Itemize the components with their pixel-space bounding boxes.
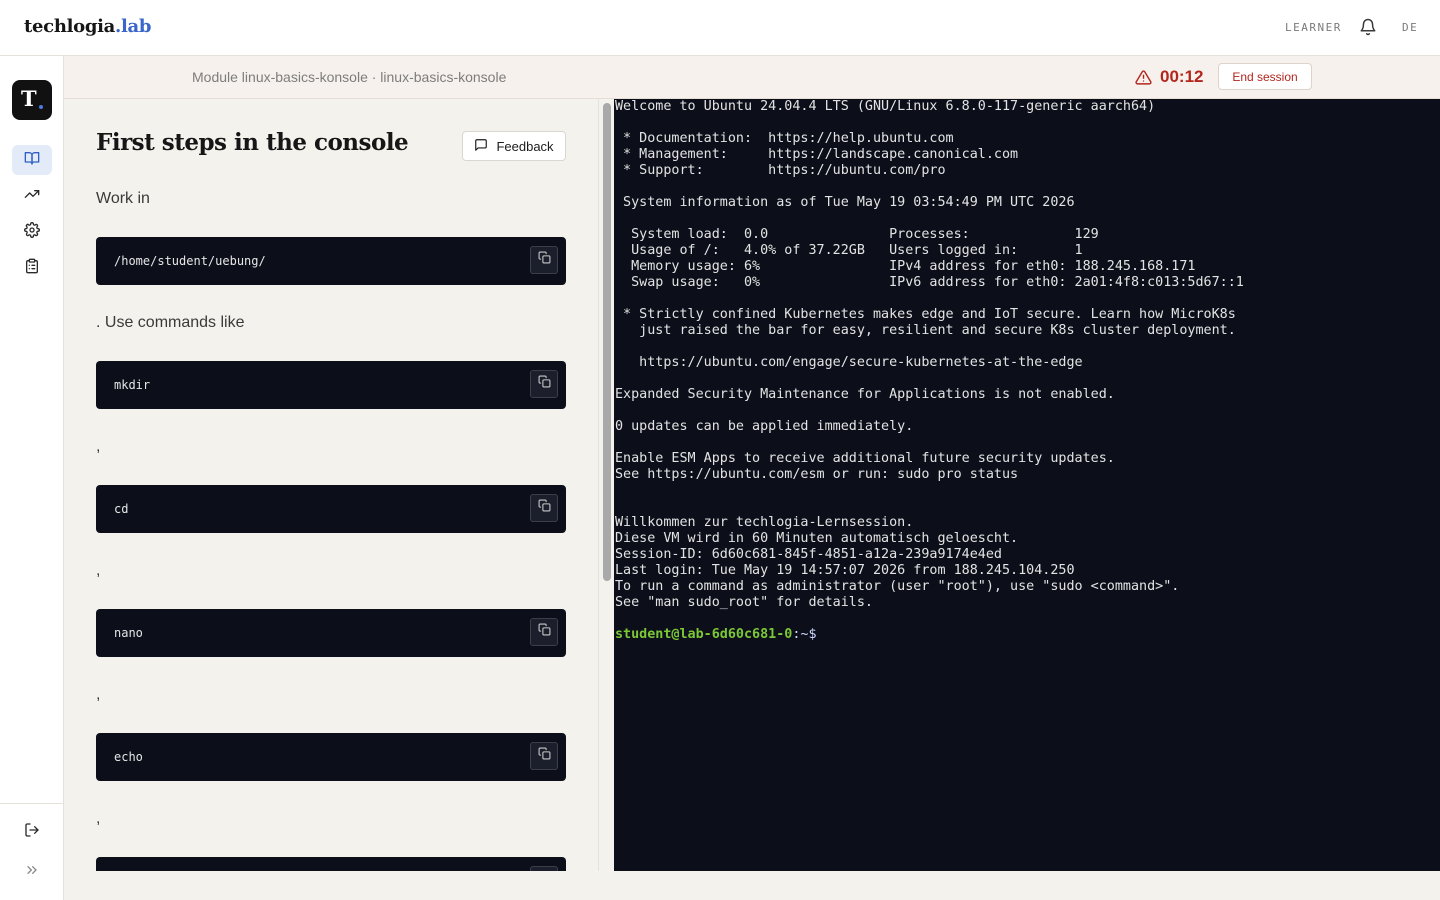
copy-button[interactable] [530,742,558,770]
copy-button[interactable] [530,246,558,274]
code-text: /home/student/uebung/ [114,254,266,268]
book-open-icon [24,150,40,171]
terminal[interactable]: Welcome to Ubuntu 24.04.4 LTS (GNU/Linux… [614,99,1440,871]
separator: , [96,810,101,827]
scrollbar-thumb[interactable] [603,103,611,581]
copy-button[interactable] [530,370,558,398]
logout-button[interactable] [12,817,52,847]
terminal-line: System information as of Tue May 19 03:5… [615,195,1075,210]
copy-icon [538,251,551,269]
session-bar: Module linux-basics-konsole · linux-basi… [64,56,1440,99]
warning-icon [1135,69,1152,86]
logo-dot [39,105,43,109]
sidebar-divider [0,803,63,804]
separator: , [96,438,101,455]
copy-icon [538,623,551,641]
prompt-path: :~$ [792,627,817,642]
separator: , [96,562,101,579]
brand-name: techlogia [24,16,116,37]
terminal-line: https://ubuntu.com/engage/secure-kuberne… [615,355,1083,370]
sidebar: T [0,56,64,900]
terminal-line: * Strictly confined Kubernetes makes edg… [615,307,1236,322]
code-block: echo [96,733,566,781]
terminal-line: Session-ID: 6d60c681-845f-4851-a12a-239a… [615,547,1002,562]
copy-icon [538,499,551,517]
gear-icon [24,221,40,243]
code-text: mkdir [114,378,151,392]
feedback-button[interactable]: Feedback [462,131,566,161]
top-bar: techlogia.lab LEARNER DE [0,0,1440,56]
terminal-line: Willkommen zur techlogia-Lernsession. [615,515,914,530]
terminal-line: Usage of /: 4.0% of 37.22GB Users logged… [615,243,1083,258]
trending-up-icon [24,186,40,207]
session-timer: 00:12 [1160,67,1204,86]
lesson-text: . Use commands like [96,314,245,331]
copy-button[interactable] [530,618,558,646]
terminal-line: Expanded Security Maintenance for Applic… [615,387,1115,402]
code-text: echo [114,750,143,764]
role-label: LEARNER [1285,21,1342,34]
code-block [96,857,566,871]
terminal-line: 0 updates can be applied immediately. [615,419,914,434]
copy-icon [538,747,551,765]
lesson-intro: Work in [96,190,150,207]
page-title: First steps in the console [96,129,409,156]
sidebar-item-tasks[interactable] [12,253,52,283]
terminal-line: just raised the bar for easy, resilient … [615,323,1236,338]
terminal-line: See https://ubuntu.com/esm or run: sudo … [615,467,1019,482]
bell-icon[interactable] [1359,18,1377,36]
brand-suffix: .lab [115,16,152,37]
code-text: nano [114,626,143,640]
terminal-line: System load: 0.0 Processes: 129 [615,227,1099,242]
terminal-line: * Support: https://ubuntu.com/pro [615,163,946,178]
terminal-line: * Documentation: https://help.ubuntu.com [615,131,954,146]
code-block: /home/student/uebung/ [96,237,566,285]
lesson-scrollbar[interactable] [598,99,614,871]
copy-button[interactable] [530,494,558,522]
terminal-line: Memory usage: 6% IPv4 address for eth0: … [615,259,1196,274]
terminal-line: See "man sudo_root" for details. [615,595,873,610]
module-breadcrumb: Module linux-basics-konsole · linux-basi… [192,69,507,85]
sidebar-item-settings[interactable] [12,217,52,247]
code-block: cd [96,485,566,533]
terminal-line: Enable ESM Apps to receive additional fu… [615,451,1115,466]
code-block: nano [96,609,566,657]
app-logo[interactable]: T [12,80,52,120]
sidebar-item-progress[interactable] [12,181,52,211]
brand-logo[interactable]: techlogia.lab [24,16,152,37]
logout-icon [24,822,40,843]
end-session-button[interactable]: End session [1218,63,1312,90]
terminal-line: Swap usage: 0% IPv6 address for eth0: 2a… [615,275,1244,290]
terminal-line: Diese VM wird in 60 Minuten automatisch … [615,531,1019,546]
bottom-strip [64,871,1440,900]
terminal-line: Welcome to Ubuntu 24.04.4 LTS (GNU/Linux… [615,99,1156,114]
terminal-line: * Management: https://landscape.canonica… [615,147,1019,162]
message-square-icon [474,138,488,155]
code-block: mkdir [96,361,566,409]
prompt-user: student@lab-6d60c681-0 [615,627,793,642]
copy-icon [538,375,551,393]
feedback-label: Feedback [496,138,554,154]
language-switch[interactable]: DE [1402,21,1418,34]
clipboard-icon [24,258,40,279]
code-text: cd [114,502,129,516]
terminal-line: To run a command as administrator (user … [615,579,1180,594]
separator: , [96,686,101,703]
terminal-prompt[interactable]: student@lab-6d60c681-0:~$ [615,627,817,643]
sidebar-item-lessons[interactable] [12,145,52,175]
expand-sidebar-button[interactable] [12,857,52,887]
chevrons-right-icon [24,862,40,883]
logo-letter: T [21,86,37,111]
terminal-line: Last login: Tue May 19 14:57:07 2026 fro… [615,563,1075,578]
lesson-panel: First steps in the console Feedback Work… [64,99,598,871]
